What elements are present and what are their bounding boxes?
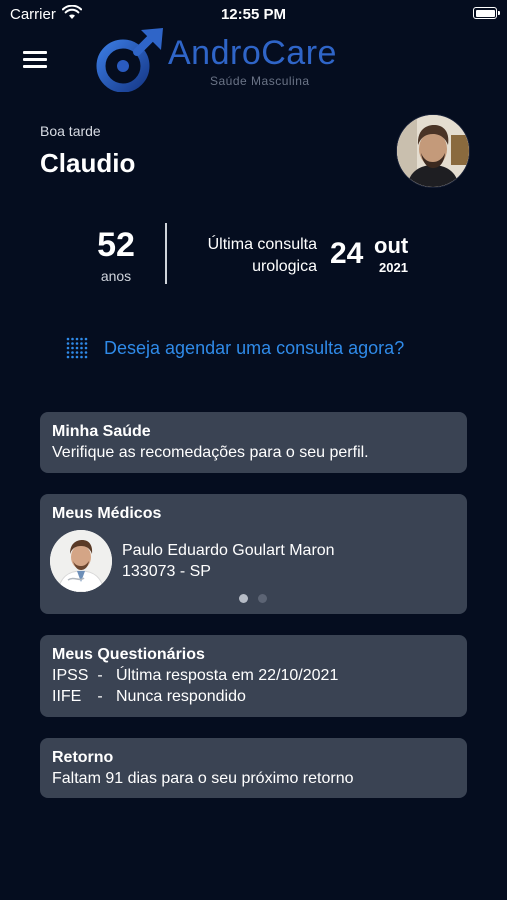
card-my-health-text: Verifique as recomedações para o seu per… bbox=[52, 444, 369, 461]
schedule-consult-text[interactable]: Deseja agendar uma consulta agora? bbox=[104, 338, 404, 359]
questionnaire-status: Última resposta em 22/10/2021 bbox=[116, 667, 339, 684]
clock: 12:55 PM bbox=[220, 6, 287, 23]
card-my-questionnaires-title: Meus Questionários bbox=[52, 646, 205, 663]
questionnaire-separator: - bbox=[97, 688, 103, 705]
doctor-crm: 133073 - SP bbox=[122, 563, 211, 580]
questionnaire-status: Nunca respondido bbox=[116, 688, 246, 705]
user-photo bbox=[397, 115, 469, 187]
card-my-health[interactable]: Minha Saúde Verifique as recomedações pa… bbox=[40, 412, 467, 473]
last-consult-label: Última consulta urologica bbox=[207, 236, 317, 275]
last-consult-day: 24 bbox=[330, 237, 364, 270]
age-unit: anos bbox=[100, 268, 132, 284]
greeting-label: Boa tarde bbox=[40, 123, 101, 139]
card-return-text: Faltam 91 dias para o seu próximo retorn… bbox=[52, 770, 354, 787]
logo-text: AndroCare bbox=[168, 34, 337, 73]
questionnaire-code: IIFE bbox=[52, 688, 82, 705]
doctor-photo bbox=[50, 530, 112, 592]
questionnaire-row-iife[interactable]: IIFE - Nunca respondido bbox=[52, 686, 455, 707]
battery-icon bbox=[473, 7, 500, 19]
age-value: 52 bbox=[97, 226, 135, 264]
logo-subtitle: Saúde Masculina bbox=[210, 74, 310, 88]
menu-icon[interactable] bbox=[23, 50, 47, 68]
last-consult-year: 2021 bbox=[379, 260, 408, 275]
card-return-title: Retorno bbox=[52, 749, 114, 766]
card-my-doctors-title: Meus Médicos bbox=[52, 505, 162, 522]
page-indicator-dot[interactable] bbox=[258, 594, 267, 603]
doctor-avatar[interactable] bbox=[50, 530, 112, 592]
avatar[interactable] bbox=[396, 114, 470, 188]
grid-icon bbox=[66, 337, 88, 359]
status-bar: Carrier 12:55 PM bbox=[0, 0, 507, 28]
questionnaire-row-ipss[interactable]: IPSS - Última resposta em 22/10/2021 bbox=[52, 665, 455, 686]
logo-icon bbox=[96, 28, 163, 92]
stats-divider bbox=[165, 223, 167, 284]
logo-text-care: Care bbox=[261, 34, 337, 72]
page-indicator-dot-active[interactable] bbox=[239, 594, 248, 603]
card-my-doctors[interactable]: Meus Médicos Paulo Eduardo Goulart Maron… bbox=[40, 494, 467, 614]
doctor-name: Paulo Eduardo Goulart Maron bbox=[122, 542, 335, 559]
logo-text-andro: Andro bbox=[168, 34, 262, 72]
card-return[interactable]: Retorno Faltam 91 dias para o seu próxim… bbox=[40, 738, 467, 798]
card-my-questionnaires[interactable]: Meus Questionários IPSS - Última respost… bbox=[40, 635, 467, 717]
app-logo: AndroCare Saúde Masculina bbox=[95, 28, 375, 92]
last-consult-month: out bbox=[374, 233, 409, 258]
questionnaire-separator: - bbox=[97, 667, 103, 684]
user-name: Claudio bbox=[40, 148, 136, 178]
card-my-health-title: Minha Saúde bbox=[52, 423, 151, 440]
questionnaire-code: IPSS bbox=[52, 667, 89, 684]
